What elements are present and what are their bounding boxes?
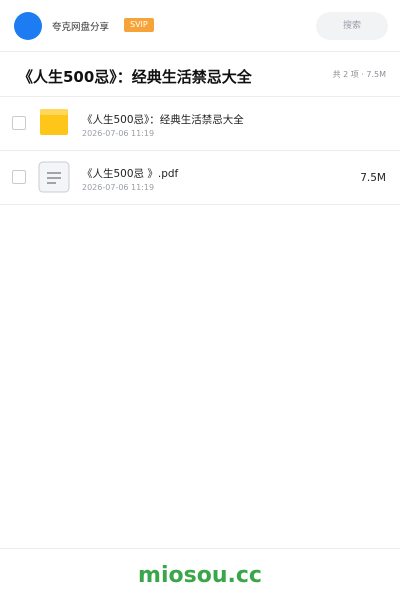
document-icon (38, 161, 70, 193)
share-header: 《人生500忌》：经典生活禁忌大全 共 2 项 · 7.5M (0, 53, 400, 97)
file-row-folder[interactable]: 《人生500忌》：经典生活禁忌大全 2026-07-06 11:19 (0, 97, 400, 151)
footer-bar: miosou.cc (0, 548, 400, 600)
search-input[interactable]: 搜索 (316, 12, 388, 40)
file-name[interactable]: 《人生500忌 》.pdf (82, 166, 178, 181)
brand-name: 夸克网盘分享 (52, 22, 110, 33)
folder-icon (38, 107, 70, 139)
file-row-pdf[interactable]: 《人生500忌 》.pdf 2026-07-06 11:19 7.5M (0, 151, 400, 205)
svip-badge: SVIP (124, 18, 154, 32)
site-watermark[interactable]: miosou.cc (0, 563, 400, 588)
file-size: 7.5M (360, 172, 386, 184)
row-checkbox[interactable] (12, 116, 26, 130)
row-checkbox[interactable] (12, 170, 26, 184)
page-title: 《人生500忌》：经典生活禁忌大全 (18, 68, 252, 86)
file-name[interactable]: 《人生500忌》：经典生活禁忌大全 (82, 112, 244, 127)
file-date: 2026-07-06 11:19 (82, 183, 155, 192)
header-bar: 夸克网盘分享 SVIP 搜索 (0, 0, 400, 52)
avatar[interactable] (14, 12, 42, 40)
share-summary: 共 2 项 · 7.5M (332, 70, 386, 79)
file-date: 2026-07-06 11:19 (82, 129, 155, 138)
